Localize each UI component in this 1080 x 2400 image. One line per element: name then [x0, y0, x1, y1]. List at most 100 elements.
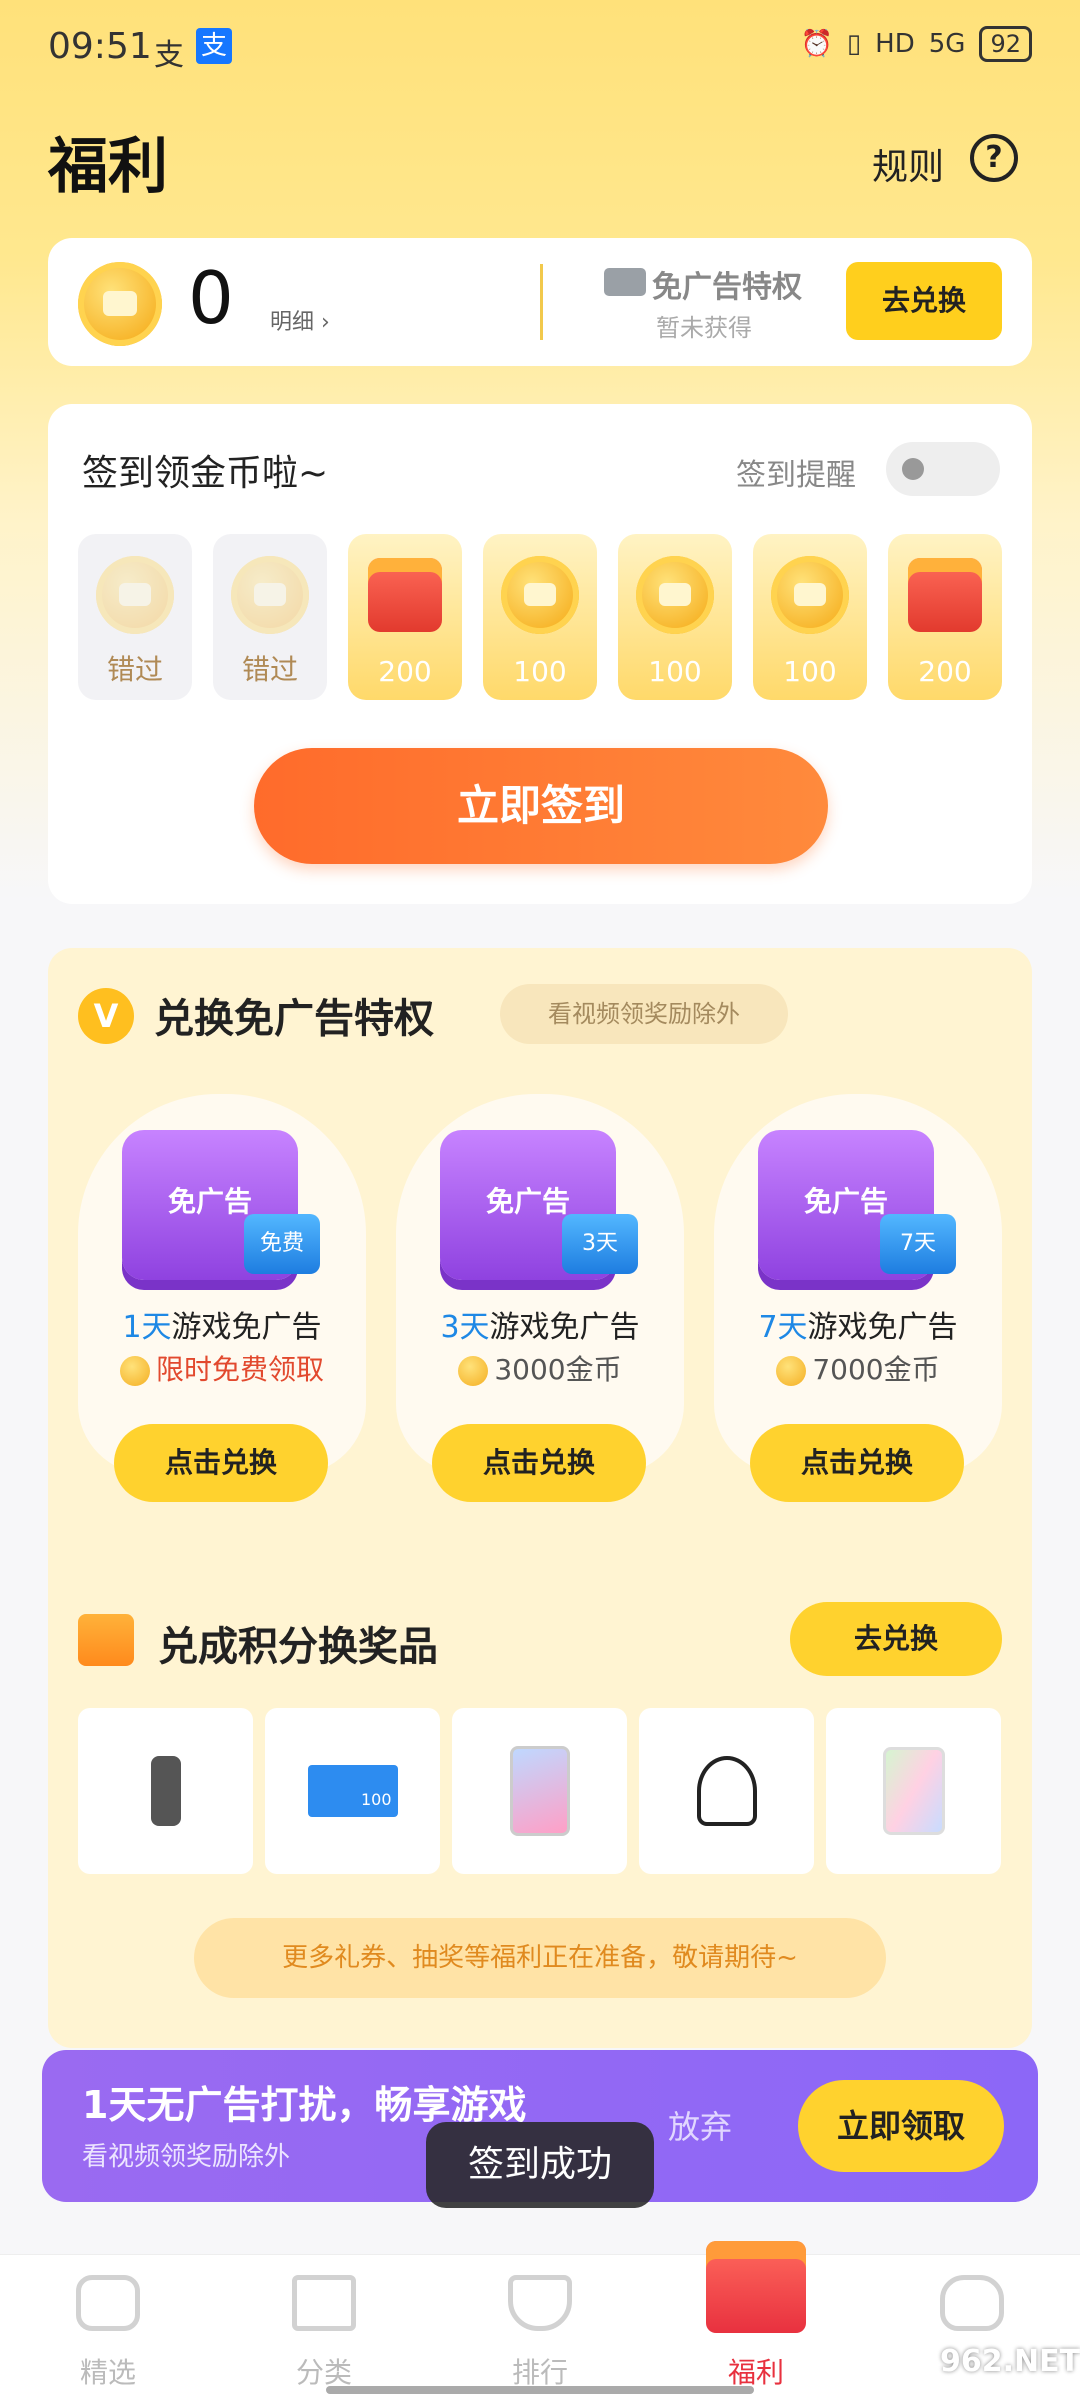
divider [540, 264, 543, 340]
coin-icon [78, 262, 162, 346]
coin-icon [636, 556, 714, 634]
coin-balance: 0 [188, 256, 234, 340]
phone-image [509, 1746, 570, 1836]
promo-title: 1天无广告打扰，畅享游戏 [82, 2083, 527, 2127]
offer-redeem-button[interactable]: 点击兑换 [750, 1424, 964, 1502]
offer-redeem-button[interactable]: 点击兑换 [114, 1424, 328, 1502]
offer-price-text: 7000金币 [812, 1353, 940, 1386]
points-section-title: 兑成积分换奖品 [158, 1624, 438, 1670]
gamepad-icon [76, 2275, 140, 2331]
gift-box-icon [368, 558, 442, 632]
battery-icon: 92 [979, 26, 1032, 62]
promo-dismiss-button[interactable]: 放弃 [668, 2102, 732, 2148]
offer-price: 7000金币 [714, 1348, 1002, 1388]
signin-title: 签到领金币啦~ [82, 453, 329, 494]
signin-day-label: 100 [783, 655, 837, 688]
shopping-bag-icon [78, 1614, 134, 1666]
offer-redeem-button[interactable]: 点击兑换 [432, 1424, 646, 1502]
signin-day: 200 [348, 534, 462, 700]
coin-icon [231, 556, 309, 634]
noad-privilege-title: 免广告特权 [652, 270, 802, 305]
noad-privilege-status: 暂未获得 [656, 314, 752, 342]
balance-card: 0 明细 › 免广告特权 暂未获得 去兑换 [48, 238, 1032, 366]
folder-icon [292, 2275, 356, 2331]
coin-icon [776, 1356, 807, 1386]
massage-gun-image [150, 1756, 181, 1826]
gift-box-icon [908, 558, 982, 632]
gift-icon [706, 2241, 806, 2333]
signin-day: 100 [753, 534, 867, 700]
signin-day: 200 [888, 534, 1002, 700]
offer-price: 3000金币 [396, 1348, 684, 1388]
earphone-image [696, 1756, 757, 1826]
nav-label: 精选 [79, 2356, 136, 2389]
coming-soon-notice: 更多礼券、抽奖等福利正在准备，敬请期待~ [194, 1918, 886, 1998]
signin-day-label: 100 [513, 655, 567, 688]
nav-item-ranking[interactable]: 排行 [432, 2255, 648, 2400]
page-title: 福利 [48, 132, 168, 202]
offer-name-text: 游戏免广告 [489, 1310, 640, 1345]
vip-icon: V [78, 988, 134, 1044]
redeem-button[interactable]: 去兑换 [846, 262, 1002, 340]
status-bar: 09:51 支 支 ⏰ ▯ HD 5G 92 [0, 0, 1080, 96]
phone-card-image: 100 [307, 1765, 398, 1817]
prize-item[interactable] [639, 1708, 814, 1874]
points-redeem-button[interactable]: 去兑换 [790, 1602, 1002, 1676]
offer-price-text: 3000金币 [494, 1353, 622, 1386]
offer-price-text: 限时免费领取 [155, 1353, 324, 1386]
offer-card: 免广告 免费 1天游戏免广告 限时免费领取 点击兑换 [78, 1094, 366, 1502]
coin-icon [501, 556, 579, 634]
coin-icon [119, 1356, 150, 1386]
offer-days: 1天 [122, 1310, 172, 1345]
signin-day-label: 错过 [241, 653, 298, 686]
balance-detail-link[interactable]: 明细 › [270, 304, 330, 336]
rules-link[interactable]: 规则 [872, 138, 944, 190]
signin-day: 错过 [213, 534, 327, 700]
status-indicators: ⏰ ▯ HD 5G 92 [800, 26, 1032, 62]
duration-badge: 免费 [244, 1214, 320, 1274]
signin-day-label: 100 [648, 655, 702, 688]
coin-icon [96, 556, 174, 634]
offer-name: 3天游戏免广告 [396, 1302, 684, 1346]
redeem-note-chip: 看视频领奖励除外 [500, 984, 788, 1044]
signin-day: 错过 [78, 534, 192, 700]
signin-reminder-toggle[interactable] [886, 442, 1000, 496]
coin-icon [771, 556, 849, 634]
signin-day-label: 错过 [106, 653, 163, 686]
alipay-notification-icon: 支 [154, 38, 184, 73]
bottom-nav: 精选 分类 排行 福利 [0, 2241, 1080, 2400]
prize-item[interactable] [78, 1708, 253, 1874]
offer-card: 免广告 7天 7天游戏免广告 7000金币 点击兑换 [714, 1094, 1002, 1502]
signin-reminder-label: 签到提醒 [736, 458, 856, 493]
nav-item-featured[interactable]: 精选 [0, 2255, 216, 2400]
vibrate-icon: ▯ [846, 29, 862, 59]
duration-badge: 3天 [562, 1214, 638, 1274]
signin-day: 100 [483, 534, 597, 700]
alipay-app-icon: 支 [196, 28, 232, 64]
redeem-section: V 兑换免广告特权 看视频领奖励除外 免广告 免费 1天游戏免广告 限时免费领取… [48, 948, 1032, 2048]
nav-item-category[interactable]: 分类 [216, 2255, 432, 2400]
prize-item[interactable] [452, 1708, 627, 1874]
offer-price: 限时免费领取 [78, 1348, 366, 1388]
signin-button[interactable]: 立即签到 [254, 748, 828, 864]
nav-item-welfare[interactable]: 福利 [648, 2241, 864, 2400]
signin-day-label: 200 [378, 655, 432, 688]
alarm-icon: ⏰ [800, 29, 833, 59]
toast-message: 签到成功 [426, 2122, 654, 2208]
offer-name-text: 游戏免广告 [807, 1310, 958, 1345]
home-indicator [326, 2386, 754, 2394]
balance-detail-label: 明细 [270, 310, 315, 335]
promo-subtitle: 看视频领奖励除外 [82, 2142, 291, 2172]
signin-card: 签到领金币啦~ 签到提醒 错过 错过 200 100 100 100 200 立… [48, 404, 1032, 904]
offer-card: 免广告 3天 3天游戏免广告 3000金币 点击兑换 [396, 1094, 684, 1502]
prize-item[interactable] [826, 1708, 1001, 1874]
help-icon[interactable]: ? [970, 134, 1018, 182]
signin-days: 错过 错过 200 100 100 100 200 [78, 534, 1002, 700]
duration-badge: 7天 [880, 1214, 956, 1274]
nav-label: 福利 [727, 2356, 784, 2389]
prize-list: 100 [78, 1708, 1002, 1874]
offer-name: 7天游戏免广告 [714, 1302, 1002, 1346]
prize-item[interactable]: 100 [265, 1708, 440, 1874]
promo-claim-button[interactable]: 立即领取 [798, 2080, 1004, 2172]
network-icon: 5G [928, 29, 966, 59]
